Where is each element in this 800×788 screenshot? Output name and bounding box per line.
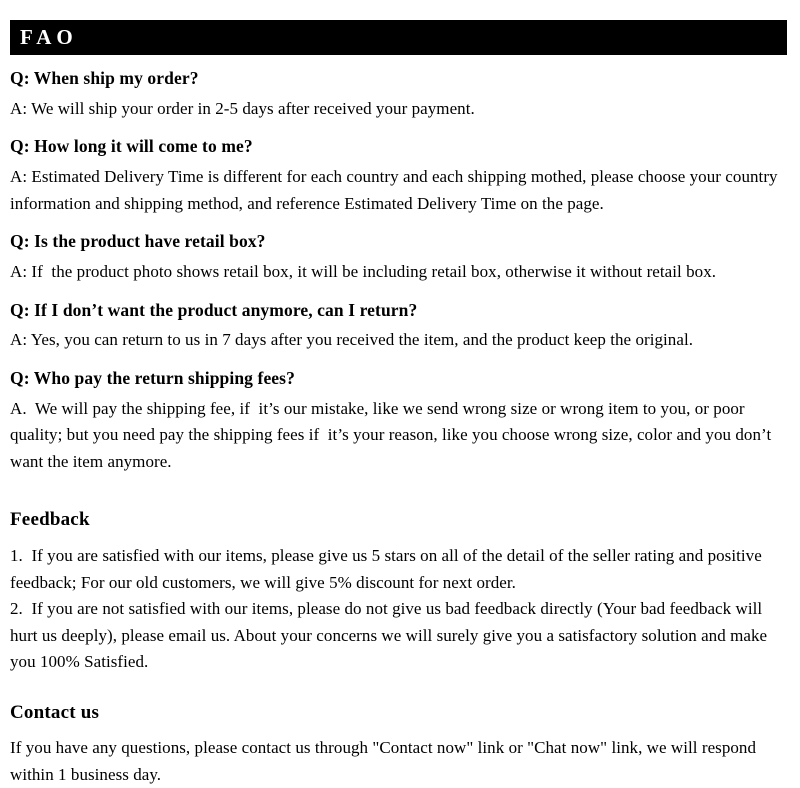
faq-question: Q: When ship my order?: [10, 68, 199, 88]
faq-answer: A. We will pay the shipping fee, if it’s…: [10, 398, 776, 471]
faq-question: Q: How long it will come to me?: [10, 136, 253, 157]
feedback-item: 2. If you are not satisfied with our ite…: [10, 599, 772, 672]
faq-page: FAO Q: When ship my order? A: We will sh…: [0, 0, 800, 784]
faq-item: Q: Is the product have retail box? A: If…: [10, 229, 792, 285]
faq-answer: A: If the product photo shows retail box…: [10, 262, 717, 282]
contact-text: If you have any questions, please contac…: [10, 738, 761, 784]
faq-question: Q: Who pay the return shipping fees?: [10, 367, 295, 388]
faq-item: Q: When ship my order? A: We will ship y…: [10, 66, 792, 122]
contact-heading: Contact us: [10, 701, 100, 723]
feedback-section: Feedback 1. If you are satisfied with ou…: [10, 507, 792, 675]
faq-question: Q: Is the product have retail box?: [10, 231, 266, 252]
faq-answer: A: Yes, you can return to us in 7 days a…: [10, 330, 694, 350]
faq-answer: A: Estimated Delivery Time is different …: [10, 167, 782, 213]
faq-item: Q: Who pay the return shipping fees? A. …: [10, 366, 792, 475]
faq-answer: A: We will ship your order in 2-5 days a…: [10, 98, 475, 118]
feedback-heading: Feedback: [10, 509, 90, 531]
faq-header-bar: FAO: [10, 20, 787, 55]
contact-section: Contact us If you have any questions, pl…: [10, 700, 792, 788]
feedback-item: 1. If you are satisfied with our items, …: [10, 545, 767, 592]
faq-question: Q: If I don’t want the product anymore, …: [10, 299, 418, 320]
faq-content: Q: When ship my order? A: We will ship y…: [10, 66, 792, 788]
feedback-list: 1. If you are satisfied with our items, …: [10, 543, 792, 676]
faq-item: Q: How long it will come to me? A: Estim…: [10, 134, 792, 217]
page-title: FAO: [20, 25, 78, 49]
faq-item: Q: If I don’t want the product anymore, …: [10, 298, 792, 354]
